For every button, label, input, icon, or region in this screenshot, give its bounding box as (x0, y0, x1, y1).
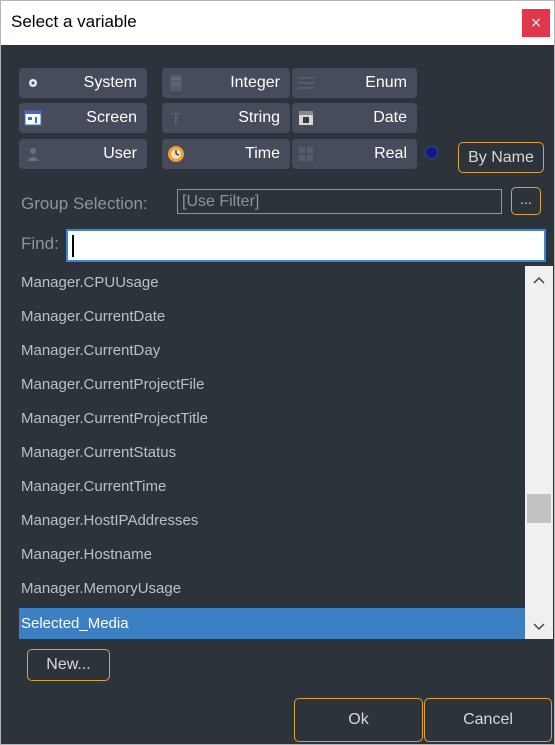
type-enum-label: Enum (365, 74, 407, 91)
title-bar: Select a variable × (1, 1, 554, 45)
system-icon (29, 79, 37, 87)
group-browse-button[interactable]: ... (511, 187, 541, 215)
close-button[interactable]: × (522, 9, 550, 37)
chevron-up-icon[interactable] (529, 271, 549, 289)
type-system-label: System (83, 74, 137, 91)
type-screen-button[interactable]: Screen (19, 103, 147, 133)
chevron-down-icon[interactable] (529, 618, 549, 636)
user-icon (27, 148, 39, 161)
list-item[interactable]: Manager.CurrentStatus (19, 436, 525, 470)
type-real-label: Real (374, 145, 407, 162)
string-icon: T (171, 111, 181, 127)
cancel-button[interactable]: Cancel (424, 698, 552, 742)
list-item[interactable]: Manager.MemoryUsage (19, 572, 525, 606)
new-button[interactable]: New... (27, 649, 110, 681)
list-item[interactable]: Manager.CPUUsage (19, 266, 525, 300)
ok-button[interactable]: Ok (294, 698, 423, 742)
time-icon (168, 146, 184, 162)
scrollbar-thumb[interactable] (527, 494, 551, 523)
list-item[interactable]: Manager.Hostname (19, 538, 525, 572)
type-screen-label: Screen (86, 109, 137, 126)
list-scrollbar[interactable] (525, 266, 553, 639)
list-item[interactable]: Manager.CurrentProjectFile (19, 368, 525, 402)
group-selection-field[interactable]: [Use Filter] (177, 189, 502, 214)
screen-icon (24, 110, 42, 126)
group-selection-label: Group Selection: (21, 194, 148, 213)
type-integer-button[interactable]: Integer (162, 68, 290, 98)
svg-text:T: T (171, 111, 181, 127)
select-variable-dialog: Select a variable × System Integer Enum … (0, 0, 555, 745)
find-label: Find: (21, 234, 59, 253)
type-time-button[interactable]: Time (162, 139, 290, 169)
type-string-label: String (238, 109, 280, 126)
type-integer-label: Integer (230, 74, 280, 91)
list-item[interactable]: Manager.CurrentDay (19, 334, 525, 368)
type-enum-button[interactable]: Enum (292, 68, 417, 98)
find-input[interactable] (66, 229, 546, 262)
type-user-button[interactable]: User (19, 139, 147, 169)
type-real-button[interactable]: Real (292, 139, 417, 169)
list-item[interactable]: Manager.CurrentTime (19, 470, 525, 504)
variable-list: Manager.CPUUsage Manager.CurrentDate Man… (19, 266, 525, 639)
type-date-label: Date (373, 109, 407, 126)
enum-icon (298, 77, 314, 89)
list-item[interactable]: Manager.CurrentDate (19, 300, 525, 334)
dialog-title: Select a variable (11, 12, 137, 31)
list-item-selected[interactable]: Selected_Media (19, 608, 525, 639)
list-item[interactable]: Manager.CurrentProjectTitle (19, 402, 525, 436)
date-icon (299, 111, 313, 125)
type-string-button[interactable]: T String (162, 103, 290, 133)
by-name-button[interactable]: By Name (458, 142, 544, 173)
type-time-label: Time (245, 145, 280, 162)
sort-indicator-dot (426, 147, 437, 158)
real-icon (299, 147, 313, 161)
text-caret (72, 235, 74, 257)
integer-icon (170, 75, 182, 91)
type-user-label: User (103, 145, 137, 162)
type-system-button[interactable]: System (19, 68, 147, 98)
list-item[interactable]: Manager.HostIPAddresses (19, 504, 525, 538)
type-date-button[interactable]: Date (292, 103, 417, 133)
